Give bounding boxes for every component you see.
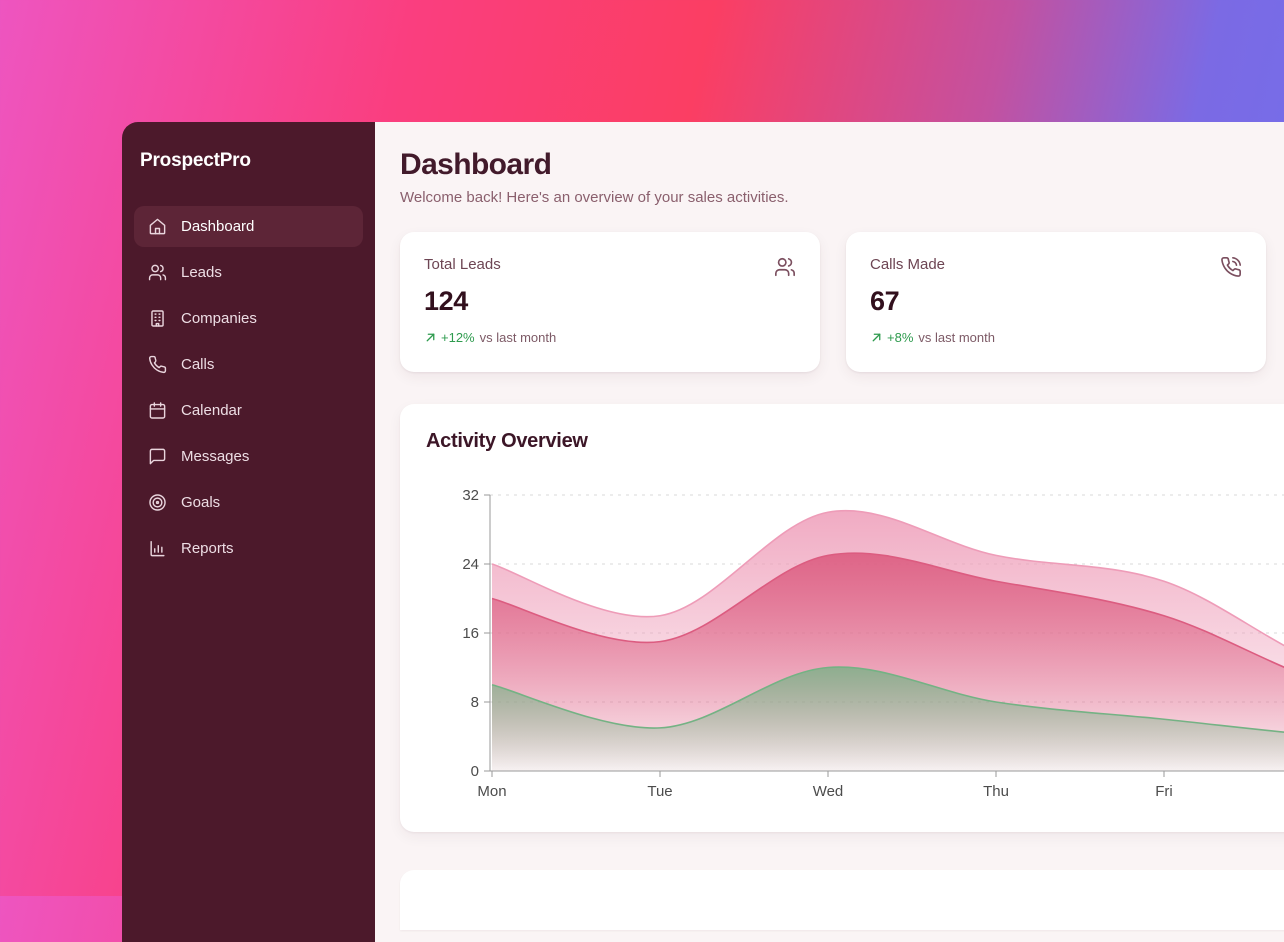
- sidebar-item-companies[interactable]: Companies: [134, 298, 363, 339]
- sidebar-item-label: Messages: [181, 448, 249, 465]
- activity-overview-card: Activity Overview 0 8 16 24 32 Mon Tue Wed Thu Fr…: [400, 404, 1284, 832]
- stat-trend: +8% vs last month: [870, 330, 1242, 345]
- sidebar-item-leads[interactable]: Leads: [134, 252, 363, 293]
- trend-suffix: vs last month: [480, 330, 557, 345]
- y-tick-label: 24: [462, 556, 479, 573]
- x-tick-label: Mon: [477, 783, 506, 800]
- sidebar-header: ProspectPro: [134, 144, 363, 178]
- x-tick-label: Wed: [813, 783, 844, 800]
- stat-value: 124: [424, 286, 796, 317]
- trend-up-icon: [424, 331, 437, 344]
- app-logo: ProspectPro: [140, 150, 251, 172]
- y-tick-label: 8: [471, 694, 479, 711]
- sidebar-nav: Dashboard Leads Companies Calls: [134, 206, 363, 574]
- sidebar-item-label: Goals: [181, 494, 220, 511]
- phone-icon: [148, 355, 167, 374]
- page-subtitle: Welcome back! Here's an overview of your…: [400, 189, 1284, 206]
- sidebar-item-reports[interactable]: Reports: [134, 528, 363, 569]
- chart-title: Activity Overview: [426, 430, 1284, 453]
- sidebar-item-label: Leads: [181, 264, 222, 281]
- sidebar-item-label: Calls: [181, 356, 214, 373]
- partial-card: [400, 870, 1284, 930]
- trend-value: +8%: [887, 330, 913, 345]
- users-icon: [774, 256, 796, 278]
- sidebar-item-label: Calendar: [181, 402, 242, 419]
- trend-suffix: vs last month: [918, 330, 995, 345]
- app-window: ProspectPro Dashboard Leads: [122, 122, 1284, 942]
- sidebar-item-dashboard[interactable]: Dashboard: [134, 206, 363, 247]
- x-tick-label: Tue: [647, 783, 672, 800]
- building-icon: [148, 309, 167, 328]
- trend-value: +12%: [441, 330, 475, 345]
- sidebar: ProspectPro Dashboard Leads: [122, 122, 375, 942]
- stat-label: Total Leads: [424, 256, 501, 273]
- target-icon: [148, 493, 167, 512]
- page-title: Dashboard: [400, 148, 1284, 182]
- stats-row: Total Leads 124 +12% vs last month: [400, 232, 1284, 372]
- main-content: Dashboard Welcome back! Here's an overvi…: [375, 122, 1284, 942]
- x-tick-label: Thu: [983, 783, 1009, 800]
- sidebar-item-label: Reports: [181, 540, 234, 557]
- stat-trend: +12% vs last month: [424, 330, 796, 345]
- sidebar-item-label: Dashboard: [181, 218, 254, 235]
- message-icon: [148, 447, 167, 466]
- stat-label: Calls Made: [870, 256, 945, 273]
- sidebar-item-messages[interactable]: Messages: [134, 436, 363, 477]
- trend-up-icon: [870, 331, 883, 344]
- bar-chart-icon: [148, 539, 167, 558]
- sidebar-item-calendar[interactable]: Calendar: [134, 390, 363, 431]
- chart-wrap: 08162432MonTueWedThuFriSatSun: [426, 467, 1284, 816]
- stat-card-calls-made: Calls Made 67 +8% vs last month: [846, 232, 1266, 372]
- sidebar-collapse-button[interactable]: [331, 148, 357, 174]
- home-icon: [148, 217, 167, 236]
- sidebar-item-goals[interactable]: Goals: [134, 482, 363, 523]
- phone-call-icon: [1220, 256, 1242, 278]
- stat-card-total-leads: Total Leads 124 +12% vs last month: [400, 232, 820, 372]
- users-icon: [148, 263, 167, 282]
- sidebar-item-label: Companies: [181, 310, 257, 327]
- activity-chart: 08162432MonTueWedThuFriSatSun: [426, 467, 1284, 811]
- sidebar-item-calls[interactable]: Calls: [134, 344, 363, 385]
- stat-value: 67: [870, 286, 1242, 317]
- y-tick-label: 32: [462, 487, 479, 504]
- y-tick-label: 0: [471, 763, 479, 780]
- x-tick-label: Fri: [1155, 783, 1173, 800]
- y-tick-label: 16: [462, 625, 479, 642]
- calendar-icon: [148, 401, 167, 420]
